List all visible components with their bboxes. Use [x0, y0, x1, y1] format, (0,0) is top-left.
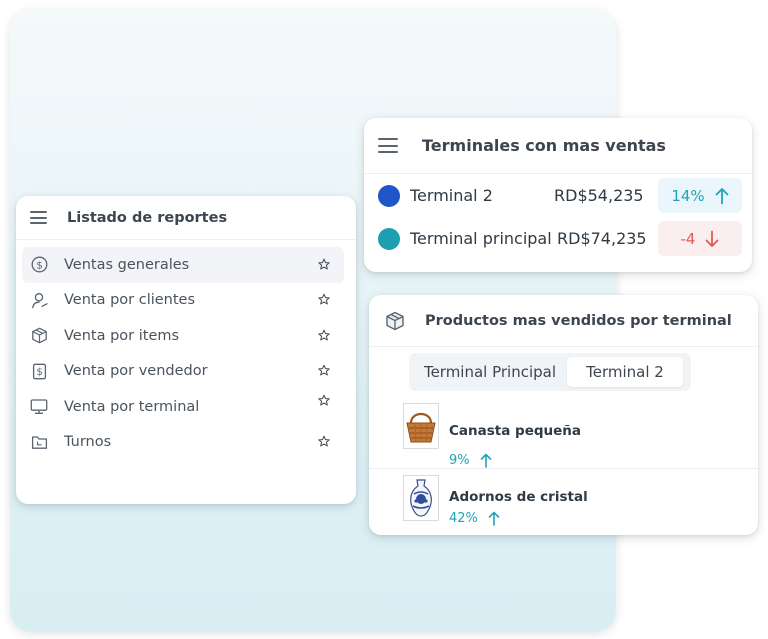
reports-card-title: Listado de reportes [67, 209, 228, 226]
top-products-title: Productos mas vendidos por terminal [425, 312, 732, 329]
star-icon[interactable] [318, 293, 330, 306]
terminal-row[interactable]: Terminal principal RD$74,235 -4 [364, 217, 752, 260]
terminal-change-value: -4 [680, 229, 696, 248]
star-icon[interactable] [318, 394, 330, 406]
product-thumbnail [403, 403, 439, 449]
tab-terminal-2[interactable]: Terminal 2 [567, 357, 683, 387]
report-item-label: Turnos [64, 434, 112, 451]
terminal-amount: RD$54,235 [554, 186, 644, 205]
product-change-value: 42% [449, 511, 478, 526]
top-terminals-card: Terminales con mas ventas Terminal 2 RD$… [364, 118, 752, 272]
terminal-tabs: Terminal Principal Terminal 2 [409, 353, 691, 391]
product-name: Canasta pequeña [449, 423, 582, 439]
basket-icon [406, 412, 436, 443]
arrow-up-icon [488, 511, 500, 526]
reports-card: Listado de reportes $ Ventas generales V… [16, 196, 356, 504]
arrow-up-icon [715, 187, 729, 204]
product-row[interactable]: Adornos de cristal 42% [369, 471, 758, 541]
top-terminals-header: Terminales con mas ventas [364, 118, 752, 174]
terminal-row[interactable]: Terminal 2 RD$54,235 14% [364, 174, 752, 217]
terminal-change-badge: 14% [658, 178, 742, 213]
tab-terminal-principal[interactable]: Terminal Principal [413, 357, 567, 387]
top-products-card: Productos mas vendidos por terminal Term… [369, 295, 758, 535]
reports-card-header: Listado de reportes [16, 196, 356, 240]
top-terminals-title: Terminales con mas ventas [422, 136, 666, 155]
report-item-label: Venta por clientes [64, 292, 196, 309]
report-item-venta-por-terminal[interactable]: Venta por terminal [22, 389, 344, 425]
svg-text:$: $ [36, 261, 42, 272]
terminal-color-dot [378, 227, 400, 250]
svg-text:$: $ [36, 367, 42, 378]
arrow-down-icon [706, 230, 719, 247]
terminal-name: Terminal 2 [410, 186, 493, 205]
user-icon [30, 291, 48, 309]
report-item-venta-por-items[interactable]: Venta por items [22, 318, 344, 354]
monitor-icon [30, 398, 48, 416]
dollar-receipt-icon: $ [30, 362, 48, 380]
terminal-color-dot [378, 184, 400, 207]
terminal-change-value: 14% [671, 186, 705, 205]
report-item-ventas-generales[interactable]: $ Ventas generales [22, 247, 344, 283]
product-row[interactable]: Canasta pequeña 9% [369, 399, 758, 469]
product-thumbnail [403, 475, 439, 521]
terminal-amount: RD$74,235 [557, 229, 647, 248]
report-item-label: Venta por vendedor [64, 363, 208, 380]
product-change: 9% [449, 453, 492, 468]
star-icon[interactable] [318, 258, 330, 270]
arrow-up-icon [480, 453, 491, 468]
product-change-value: 9% [449, 453, 470, 468]
vase-icon [410, 479, 432, 517]
star-icon[interactable] [318, 329, 330, 341]
box-icon [30, 327, 48, 345]
star-icon[interactable] [318, 435, 330, 448]
report-item-label: Ventas generales [64, 256, 190, 273]
box-icon [386, 311, 404, 330]
report-list: $ Ventas generales Venta por clientes Ve… [16, 240, 356, 460]
terminal-name: Terminal principal [410, 229, 552, 248]
report-item-turnos[interactable]: Turnos [22, 425, 344, 461]
terminal-change-badge: -4 [658, 221, 742, 256]
report-item-label: Venta por terminal [64, 398, 200, 415]
dollar-circle-icon: $ [30, 256, 48, 274]
star-icon[interactable] [318, 364, 330, 377]
top-products-header: Productos mas vendidos por terminal [369, 295, 758, 347]
product-change: 42% [449, 511, 500, 526]
product-name: Adornos de cristal [449, 489, 588, 505]
report-item-venta-por-clientes[interactable]: Venta por clientes [22, 283, 344, 319]
report-item-venta-por-vendedor[interactable]: $ Venta por vendedor [22, 354, 344, 390]
folder-icon [30, 433, 48, 451]
menu-icon[interactable] [378, 138, 398, 153]
menu-icon[interactable] [30, 211, 47, 224]
report-item-label: Venta por items [64, 327, 180, 344]
